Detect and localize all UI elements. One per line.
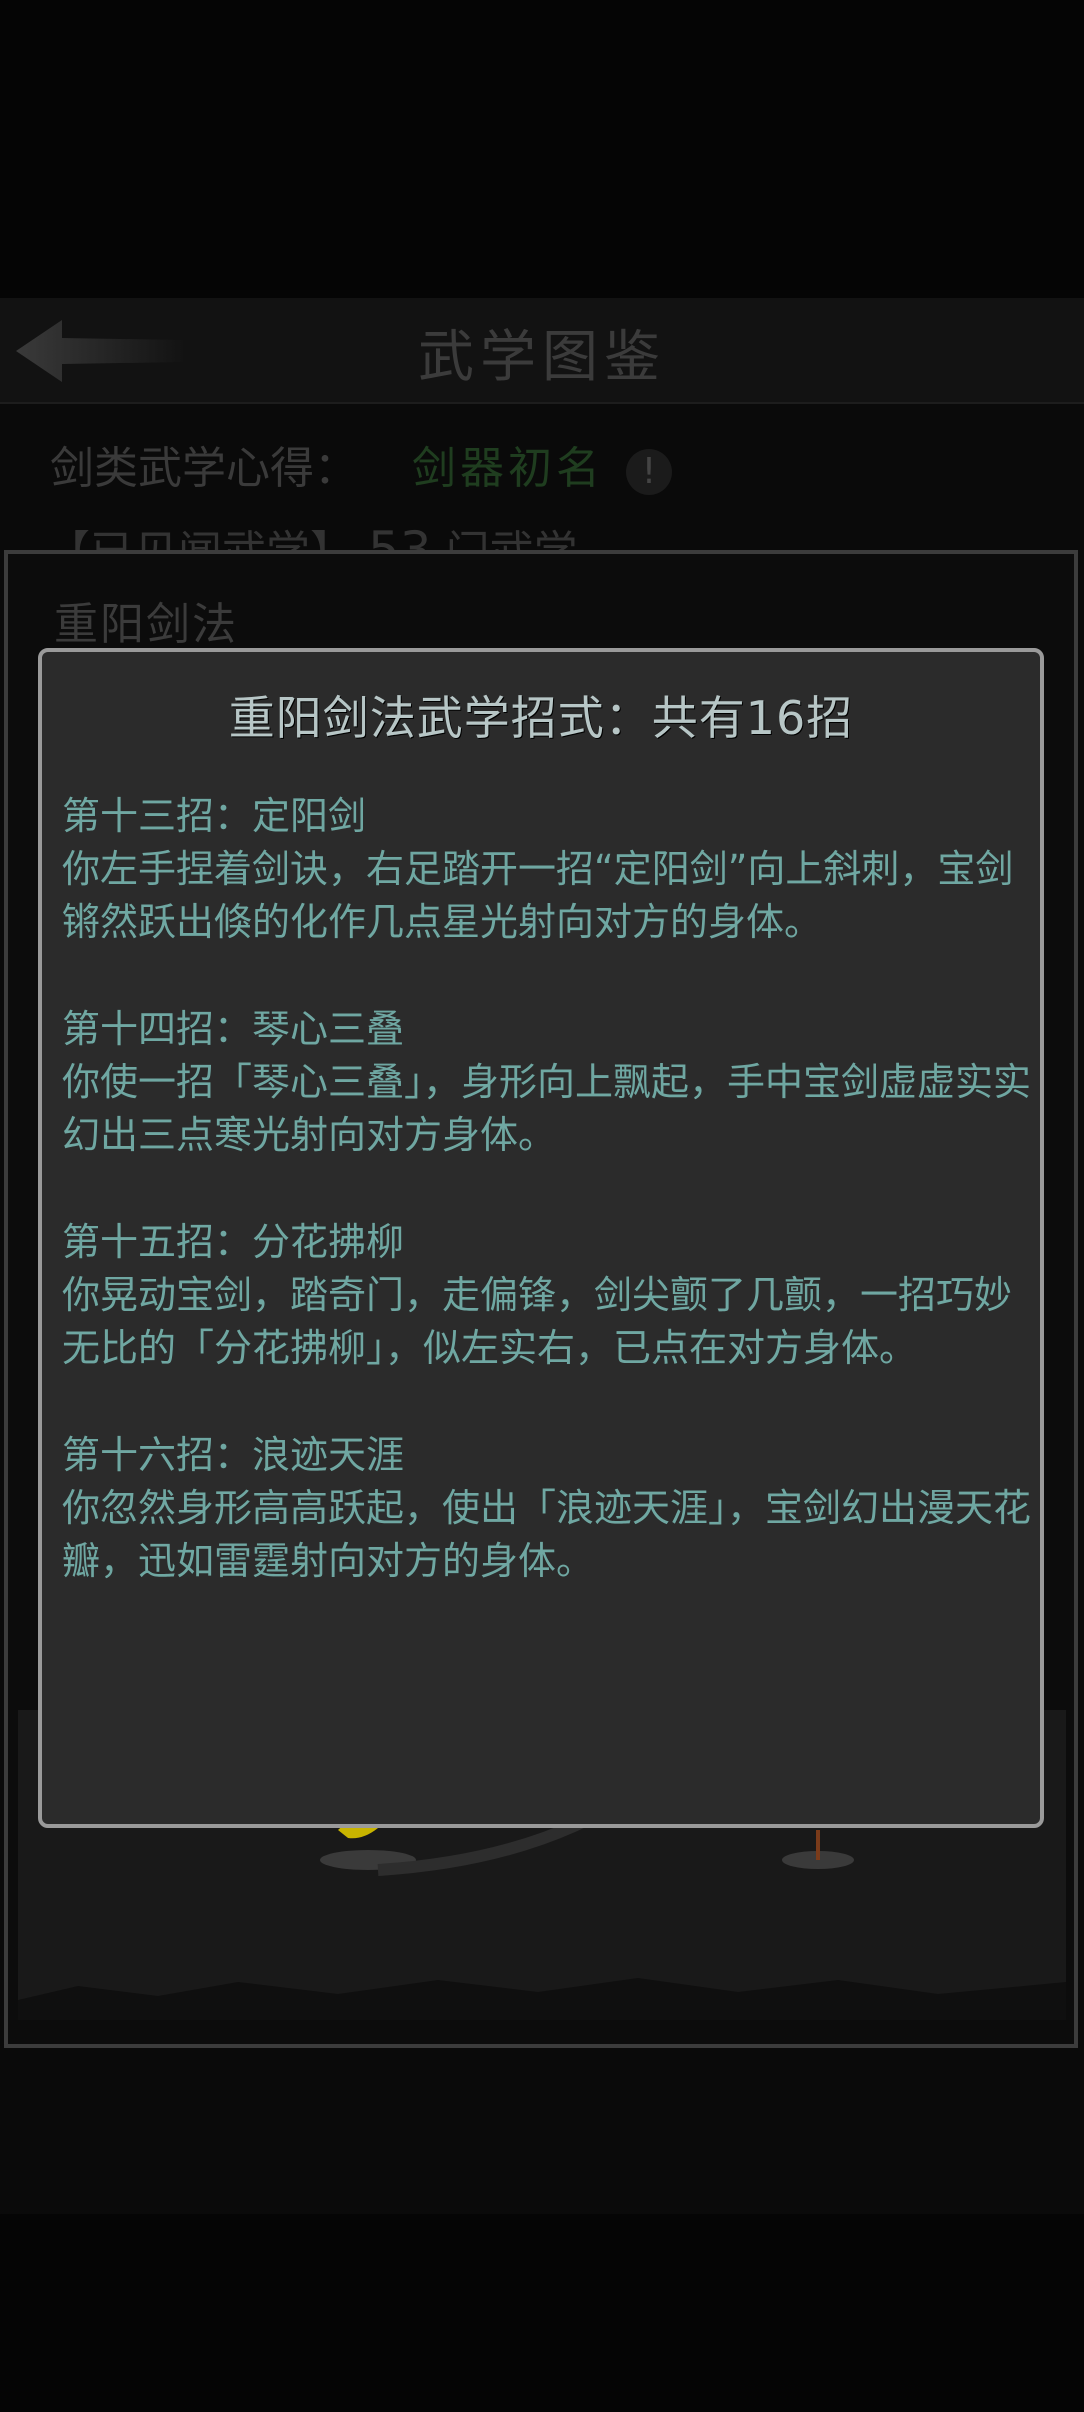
martial-insight-row: 剑类武学心得： 剑器初名 ! [50,432,672,496]
move-description: 你晃动宝剑，踏奇门，走偏锋，剑尖颤了几颤，一招巧妙无比的「分花拂柳」，似左实右，… [62,1273,1013,1370]
move-name: 第十六招：浪迹天涯 [62,1433,405,1477]
move-item: 第十三招：定阳剑 你左手捏着剑诀，右足踏开一招“定阳剑”向上斜刺，宝剑锵然跃出倏… [62,790,1032,949]
move-name: 第十四招：琴心三叠 [62,1007,405,1051]
move-name: 第十三招：定阳剑 [62,794,367,838]
insight-rank: 剑器初名 [412,443,604,494]
insight-label: 剑类武学心得： [50,443,358,494]
dialog-title: 重阳剑法武学招式：共有16招 [228,691,854,745]
move-item: 第十四招：琴心三叠 你使一招「琴心三叠」，身形向上飘起，手中宝剑虚虚实实幻出三点… [62,1003,1032,1162]
move-description: 你使一招「琴心三叠」，身形向上飘起，手中宝剑虚虚实实幻出三点寒光射向对方身体。 [62,1060,1032,1157]
page-title: 武学图鉴 [418,325,666,390]
move-description: 你忽然身形高高跃起，使出「浪迹天涯」，宝剑幻出漫天花瓣，迅如雷霆射向对方的身体。 [62,1486,1032,1583]
move-item: 第十五招：分花拂柳 你晃动宝剑，踏奇门，走偏锋，剑尖颤了几颤，一招巧妙无比的「分… [62,1216,1032,1375]
moves-list: 第十三招：定阳剑 你左手捏着剑诀，右足踏开一招“定阳剑”向上斜刺，宝剑锵然跃出倏… [62,790,1032,1642]
move-description: 你左手捏着剑诀，右足踏开一招“定阳剑”向上斜刺，宝剑锵然跃出倏的化作几点星光射向… [62,847,1014,944]
moves-dialog[interactable]: 重阳剑法武学招式：共有16招 第十三招：定阳剑 你左手捏着剑诀，右足踏开一招“定… [38,648,1044,1828]
move-item: 第十六招：浪迹天涯 你忽然身形高高跃起，使出「浪迹天涯」，宝剑幻出漫天花瓣，迅如… [62,1429,1032,1588]
screen: 武学图鉴 剑类武学心得： 剑器初名 ! 【已见闻武学】 53 门武学 重阳剑法 … [0,0,1084,2412]
move-name: 第十五招：分花拂柳 [62,1220,405,1264]
alert-icon[interactable]: ! [626,449,672,495]
skill-panel-title: 重阳剑法 [54,599,238,650]
